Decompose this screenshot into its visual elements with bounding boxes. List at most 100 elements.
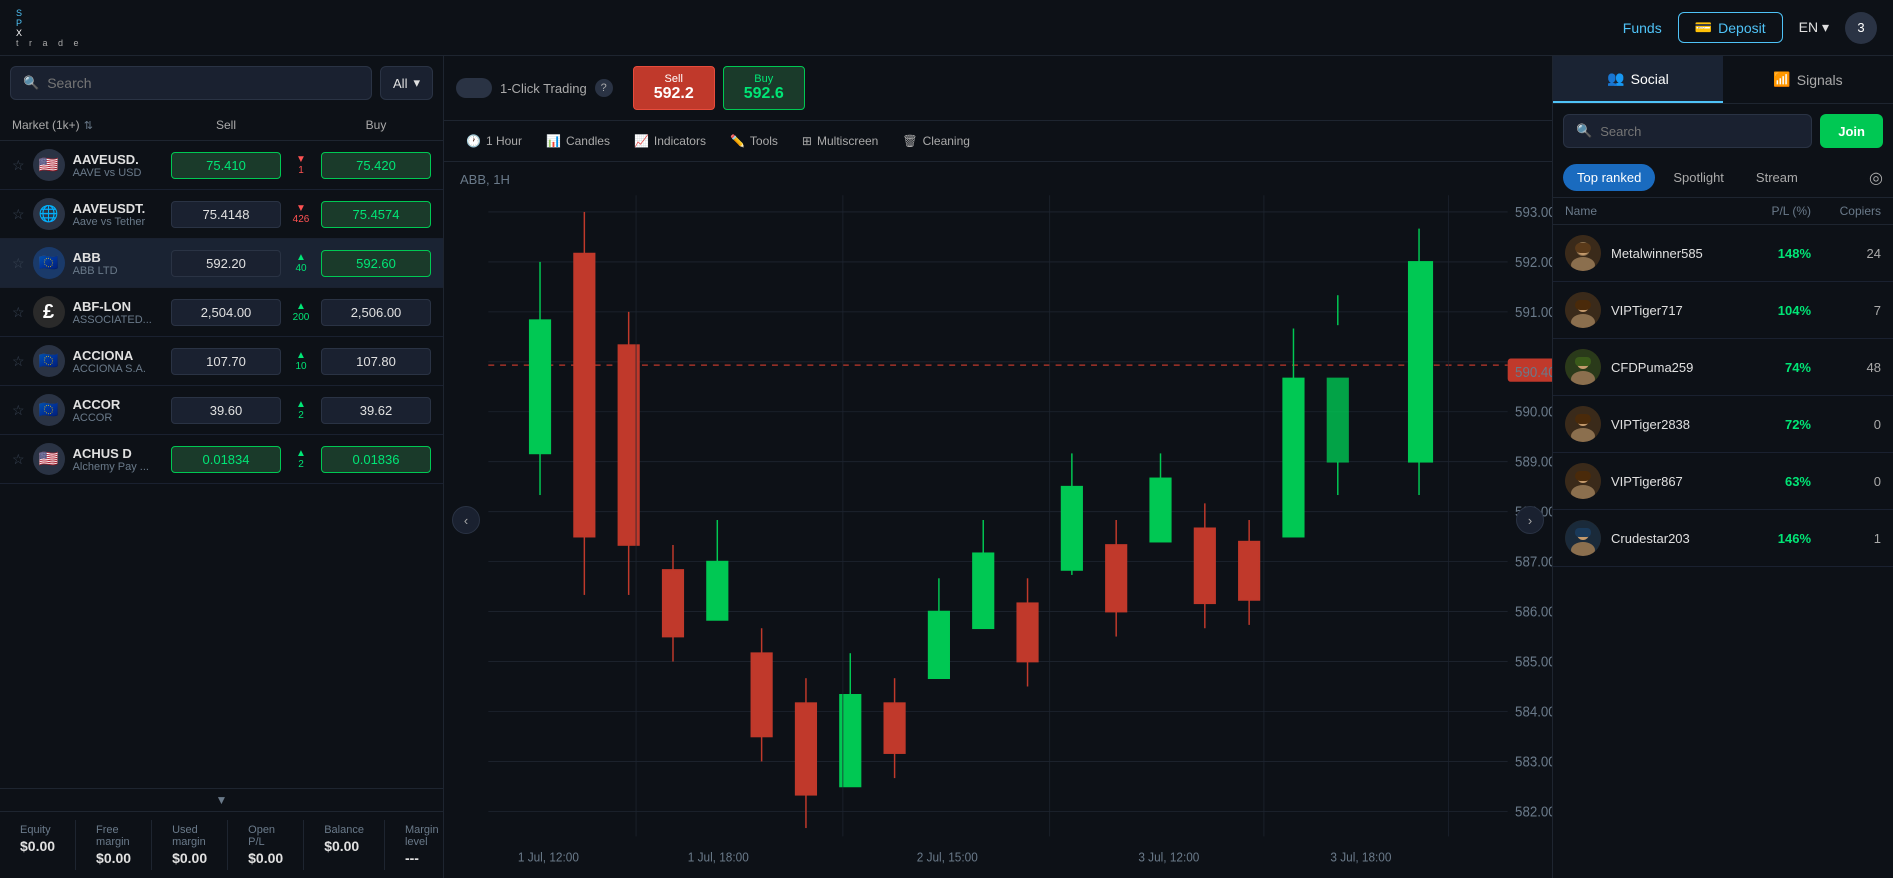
tools-button[interactable]: ✏️ Tools — [720, 129, 788, 153]
trader-row[interactable]: Crudestar203 146% 1 — [1553, 510, 1893, 567]
change-badge: ▲ 40 — [281, 252, 321, 274]
sell-price-box[interactable]: 0.01834 — [171, 446, 281, 473]
star-icon[interactable]: ☆ — [12, 304, 25, 321]
multiscreen-button[interactable]: ⊞ Multiscreen — [792, 129, 888, 153]
spotlight-tab[interactable]: Spotlight — [1659, 164, 1738, 191]
trader-row[interactable]: VIPTiger867 63% 0 — [1553, 453, 1893, 510]
sort-icon[interactable]: ⇅ — [84, 119, 93, 132]
star-icon[interactable]: ☆ — [12, 206, 25, 223]
sell-price-box[interactable]: 592.20 — [171, 250, 281, 277]
social-tab[interactable]: 👥 Social — [1553, 56, 1723, 103]
svg-text:1 Jul, 12:00: 1 Jul, 12:00 — [518, 850, 579, 865]
sell-price-box[interactable]: 75.410 — [171, 152, 281, 179]
indicators-button[interactable]: 📈 Indicators — [624, 129, 716, 153]
instrument-row[interactable]: ☆ 🇪🇺 ACCIONA ACCIONA S.A. 107.70 ▲ 10 10… — [0, 337, 443, 386]
instrument-name: ABB — [73, 250, 171, 265]
sell-price: 39.60 — [171, 397, 281, 424]
star-icon[interactable]: ☆ — [12, 353, 25, 370]
buy-price-box[interactable]: 75.4574 — [321, 201, 431, 228]
sell-price: 107.70 — [171, 348, 281, 375]
instrument-row[interactable]: ☆ 🇺🇸 AAVEUSD. AAVE vs USD 75.410 ▼ 1 75.… — [0, 141, 443, 190]
instrument-row[interactable]: ☆ 🇺🇸 ACHUS D Alchemy Pay ... 0.01834 ▲ 2… — [0, 435, 443, 484]
help-icon[interactable]: ? — [595, 79, 613, 97]
search-box[interactable]: 🔍 — [10, 66, 372, 100]
main-layout: 🔍 All ▾ Market (1k+) ⇅ Sell Buy ☆ 🇺🇸 — [0, 56, 1893, 878]
stream-tab[interactable]: Stream — [1742, 164, 1812, 191]
trader-avatar — [1565, 235, 1601, 271]
free-margin-value: $0.00 — [96, 850, 131, 866]
instrument-full: ACCOR — [73, 412, 171, 424]
trader-row[interactable]: Metalwinner585 148% 24 — [1553, 225, 1893, 282]
compass-icon[interactable]: ◎ — [1869, 168, 1883, 188]
market-header: Market (1k+) ⇅ Sell Buy — [0, 110, 443, 141]
scroll-down-icon[interactable]: ▼ — [216, 793, 228, 807]
buy-price-box[interactable]: 75.420 — [321, 152, 431, 179]
sell-price-box[interactable]: 107.70 — [171, 348, 281, 375]
chart-toolbar: 🕐 1 Hour 📊 Candles 📈 Indicators ✏️ Tools… — [444, 121, 1552, 162]
signals-tab[interactable]: 📶 Signals — [1723, 56, 1893, 103]
top-ranked-tab[interactable]: Top ranked — [1563, 164, 1655, 191]
used-margin-stat: Used margin $0.00 — [152, 820, 228, 870]
language-button[interactable]: EN ▾ — [1799, 19, 1829, 36]
buy-price: 592.60 — [321, 250, 431, 277]
change-value: 426 — [293, 214, 310, 225]
sell-price: 75.410 — [171, 152, 281, 179]
buy-label: Buy — [744, 73, 784, 85]
buy-price-box[interactable]: 107.80 — [321, 348, 431, 375]
buy-price-box[interactable]: 2,506.00 — [321, 299, 431, 326]
svg-text:587.000: 587.000 — [1515, 554, 1552, 571]
star-icon[interactable]: ☆ — [12, 255, 25, 272]
sell-button[interactable]: Sell 592.2 — [633, 66, 715, 110]
cleaning-button[interactable]: 🗑 Cleaning — [892, 129, 980, 153]
trader-name: VIPTiger2838 — [1611, 417, 1741, 432]
svg-text:590.000: 590.000 — [1515, 404, 1552, 421]
trader-row[interactable]: CFDPuma259 74% 48 — [1553, 339, 1893, 396]
star-icon[interactable]: ☆ — [12, 402, 25, 419]
social-search-input[interactable] — [1600, 124, 1799, 139]
sell-price-box[interactable]: 2,504.00 — [171, 299, 281, 326]
instrument-row[interactable]: ☆ 🇪🇺 ACCOR ACCOR 39.60 ▲ 2 39.62 — [0, 386, 443, 435]
toggle-switch[interactable] — [456, 78, 492, 98]
sell-price-box[interactable]: 75.4148 — [171, 201, 281, 228]
equity-value: $0.00 — [20, 838, 55, 854]
svg-text:586.000: 586.000 — [1515, 604, 1552, 621]
svg-text:582.000: 582.000 — [1515, 804, 1552, 821]
logo-main: SPX — [16, 8, 83, 38]
instrument-full: ABB LTD — [73, 265, 171, 277]
prev-button[interactable]: ‹ — [452, 506, 480, 534]
filter-dropdown[interactable]: All ▾ — [380, 66, 433, 100]
funds-button[interactable]: Funds — [1623, 20, 1662, 36]
deposit-button[interactable]: 💳 Deposit — [1678, 12, 1783, 43]
buy-button[interactable]: Buy 592.6 — [723, 66, 805, 110]
svg-text:589.000: 589.000 — [1515, 454, 1552, 471]
hour-button[interactable]: 🕐 1 Hour — [456, 129, 532, 153]
market-title: Market (1k+) ⇅ — [12, 118, 171, 132]
chart-container[interactable]: ABB, 1H ‹ › .grid-line { stroke: #1e2530… — [444, 162, 1552, 878]
social-search-box[interactable]: 🔍 — [1563, 114, 1812, 148]
chart-label: ABB, 1H — [460, 172, 510, 187]
buy-price-box[interactable]: 0.01836 — [321, 446, 431, 473]
balance-stat: Balance $0.00 — [304, 820, 385, 870]
star-icon[interactable]: ☆ — [12, 451, 25, 468]
traders-list: Metalwinner585 148% 24 VIPTiger717 104% … — [1553, 225, 1893, 567]
search-input[interactable] — [47, 75, 359, 91]
buy-price-box[interactable]: 592.60 — [321, 250, 431, 277]
sell-price-box[interactable]: 39.60 — [171, 397, 281, 424]
instrument-row[interactable]: ☆ £ ABF-LON ASSOCIATED... 2,504.00 ▲ 200… — [0, 288, 443, 337]
buy-price-box[interactable]: 39.62 — [321, 397, 431, 424]
trader-row[interactable]: VIPTiger2838 72% 0 — [1553, 396, 1893, 453]
signals-icon: 📶 — [1773, 71, 1790, 88]
instrument-row[interactable]: ☆ 🇪🇺 ABB ABB LTD 592.20 ▲ 40 592.60 — [0, 239, 443, 288]
avatar[interactable]: 3 — [1845, 12, 1877, 44]
join-button[interactable]: Join — [1820, 114, 1883, 148]
sell-price: 2,504.00 — [171, 299, 281, 326]
next-button[interactable]: › — [1516, 506, 1544, 534]
instrument-name: AAVEUSDT. — [73, 201, 171, 216]
trader-name: CFDPuma259 — [1611, 360, 1741, 375]
instrument-row[interactable]: ☆ 🌐 AAVEUSDT. Aave vs Tether 75.4148 ▼ 4… — [0, 190, 443, 239]
star-icon[interactable]: ☆ — [12, 157, 25, 174]
trader-row[interactable]: VIPTiger717 104% 7 — [1553, 282, 1893, 339]
trader-copiers: 48 — [1811, 360, 1881, 375]
candles-button[interactable]: 📊 Candles — [536, 129, 620, 153]
instrument-full: AAVE vs USD — [73, 167, 171, 179]
